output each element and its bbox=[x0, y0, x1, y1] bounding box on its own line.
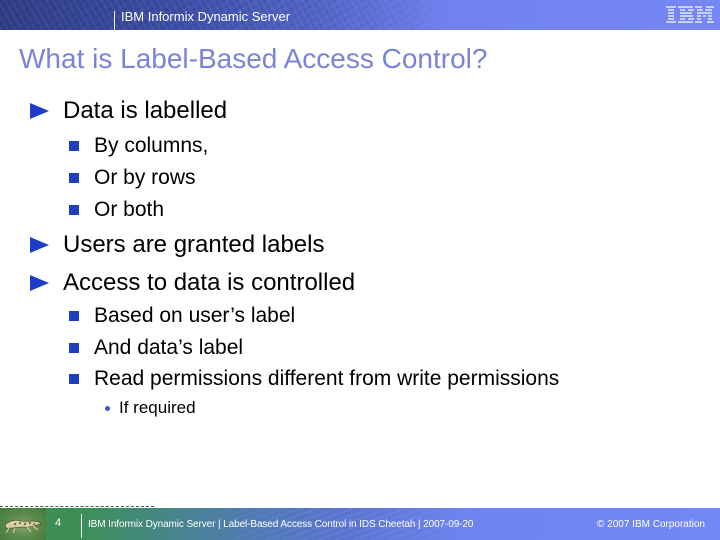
bullet-text: Read permissions different from write pe… bbox=[94, 367, 560, 390]
bullet-text: Or by rows bbox=[94, 166, 196, 189]
square-bullet-icon bbox=[69, 173, 79, 183]
cheetah-image bbox=[0, 508, 46, 540]
square-bullet-icon bbox=[69, 311, 79, 321]
bullet-level3: If required bbox=[105, 398, 196, 418]
bullet-level2: Based on user’s label bbox=[69, 304, 295, 328]
page-number: 4 bbox=[55, 517, 62, 529]
bullet-text: By columns, bbox=[94, 134, 209, 157]
footer-divider bbox=[81, 514, 82, 538]
slide-header: IBM Informix Dynamic Server bbox=[0, 0, 720, 30]
square-bullet-icon bbox=[69, 374, 79, 384]
footer-text: IBM Informix Dynamic Server | Label-Base… bbox=[88, 519, 474, 530]
bullet-level1: Users are granted labels bbox=[26, 231, 324, 259]
bullet-text: Or both bbox=[94, 198, 165, 221]
bullet-text: Based on user’s label bbox=[94, 304, 296, 327]
square-bullet-icon bbox=[69, 343, 79, 353]
bullet-text: Access to data is controlled bbox=[63, 269, 356, 296]
bullet-text: Users are granted labels bbox=[63, 231, 325, 258]
bullet-level2: Or by rows bbox=[69, 166, 196, 190]
footer-dotted-line bbox=[0, 506, 154, 507]
slide-footer: 4 IBM Informix Dynamic Server | Label-Ba… bbox=[0, 508, 720, 540]
copyright: © 2007 IBM Corporation bbox=[597, 519, 705, 530]
bullet-level2: Or both bbox=[69, 198, 164, 222]
bullet-level2: By columns, bbox=[69, 134, 208, 158]
cheetah-icon bbox=[4, 519, 42, 534]
bullet-text: If required bbox=[119, 398, 196, 417]
triangle-bullet-icon bbox=[30, 275, 49, 291]
triangle-bullet-icon bbox=[30, 103, 49, 119]
slide-title: What is Label-Based Access Control? bbox=[19, 43, 488, 74]
bullet-text: Data is labelled bbox=[63, 97, 228, 124]
bullet-level1: Access to data is controlled bbox=[26, 269, 355, 297]
bullet-level2: And data’s label bbox=[69, 336, 243, 360]
ibm-logo-icon bbox=[666, 6, 714, 23]
square-bullet-icon bbox=[69, 205, 79, 215]
header-divider bbox=[114, 11, 115, 30]
header-product-name: IBM Informix Dynamic Server bbox=[121, 9, 291, 24]
square-bullet-icon bbox=[69, 141, 79, 151]
bullet-text: And data’s label bbox=[94, 336, 244, 359]
dot-bullet-icon bbox=[105, 405, 110, 411]
bullet-level2: Read permissions different from write pe… bbox=[69, 367, 559, 391]
triangle-bullet-icon bbox=[30, 237, 49, 253]
bullet-level1: Data is labelled bbox=[26, 97, 227, 125]
